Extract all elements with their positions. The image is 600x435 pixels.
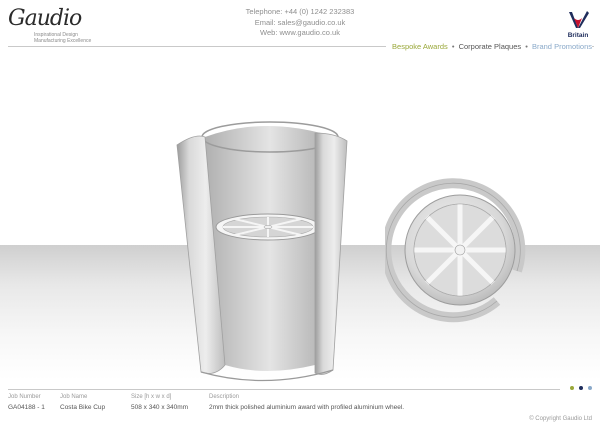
job-number-label: Job Number	[8, 394, 41, 400]
britain-badge-label: Britain	[567, 32, 589, 39]
page-dots	[568, 386, 598, 392]
product-stage	[0, 80, 600, 382]
logo-wordmark: Gaudio	[8, 6, 82, 31]
britain-badge-icon	[569, 11, 589, 28]
job-name-label: Job Name	[60, 394, 88, 400]
job-number-value: GA04188 - 1	[8, 404, 45, 411]
cup-render	[176, 121, 348, 382]
copyright-text: © Copyright Gaudio Ltd	[529, 416, 592, 422]
web-link[interactable]: Web: www.gaudio.co.uk	[230, 28, 370, 39]
wheel-plan-render	[385, 178, 526, 323]
telephone-text: Telephone: +44 (0) 1242 232383	[245, 7, 355, 16]
description-label: Description	[209, 394, 240, 400]
job-name-value: Costa Bike Cup	[60, 404, 106, 411]
nav-corporate-plaques[interactable]: Corporate Plaques	[459, 42, 522, 51]
contact-info: Telephone: +44 (0) 1242 232383 Email: sa…	[230, 7, 370, 39]
page-dot-1[interactable]	[570, 386, 574, 390]
britain-badge: Britain	[565, 9, 591, 41]
email-link[interactable]: Email: sales@gaudio.co.uk	[230, 18, 370, 29]
size-label: Size [h x w x d]	[131, 394, 172, 400]
cup-base-rim	[200, 369, 334, 382]
nav-bespoke-awards[interactable]: Bespoke Awards	[392, 42, 448, 51]
cup-wheel	[215, 213, 321, 241]
cup-shell-right	[314, 132, 348, 375]
page-dot-2[interactable]	[579, 386, 583, 390]
nav-separator: •	[525, 42, 528, 51]
wheel-center-hub	[454, 244, 466, 256]
page-dot-3[interactable]	[588, 386, 592, 390]
size-value: 508 x 340 x 340mm	[131, 404, 189, 411]
nav-brand-promotions[interactable]: Brand Promotions	[532, 42, 592, 51]
footer-divider	[8, 389, 560, 390]
logo-tagline: Inspirational Design Manufacturing Excel…	[34, 32, 94, 44]
nav-separator: •	[451, 42, 455, 51]
description-value: 2mm thick polished aluminium award with …	[209, 404, 405, 411]
logo-tagline-line-2: Manufacturing Excellence	[34, 38, 92, 44]
gaudio-logo[interactable]: Gaudio Inspirational Design Manufacturin…	[8, 6, 91, 44]
category-nav: Bespoke Awards • Corporate Plaques • Bra…	[386, 42, 592, 51]
